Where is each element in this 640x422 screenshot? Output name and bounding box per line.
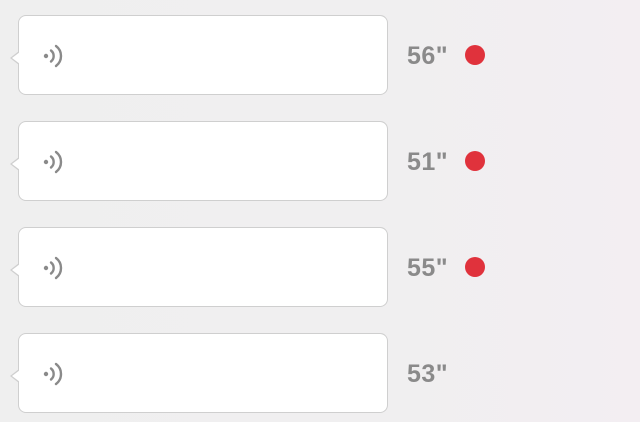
voice-wave-icon	[41, 148, 69, 176]
voice-message-row: 53"	[0, 333, 640, 413]
unread-dot	[465, 257, 485, 277]
voice-message-bubble[interactable]	[10, 333, 388, 413]
voice-message-bubble[interactable]	[10, 227, 388, 307]
voice-duration: 51"	[407, 148, 449, 176]
voice-message-row: 55"	[0, 227, 640, 307]
unread-dot	[465, 45, 485, 65]
voice-message-row: 56"	[0, 15, 640, 95]
unread-dot	[465, 151, 485, 171]
voice-message-row: 51"	[0, 121, 640, 201]
voice-wave-icon	[41, 42, 69, 70]
voice-wave-icon	[41, 254, 69, 282]
voice-duration: 56"	[407, 42, 449, 70]
voice-duration: 55"	[407, 254, 449, 282]
voice-message-bubble[interactable]	[10, 121, 388, 201]
voice-message-bubble[interactable]	[10, 15, 388, 95]
voice-message-list: 56" 51" 55" 53"	[0, 0, 640, 422]
voice-wave-icon	[41, 360, 69, 388]
voice-duration: 53"	[407, 360, 449, 388]
